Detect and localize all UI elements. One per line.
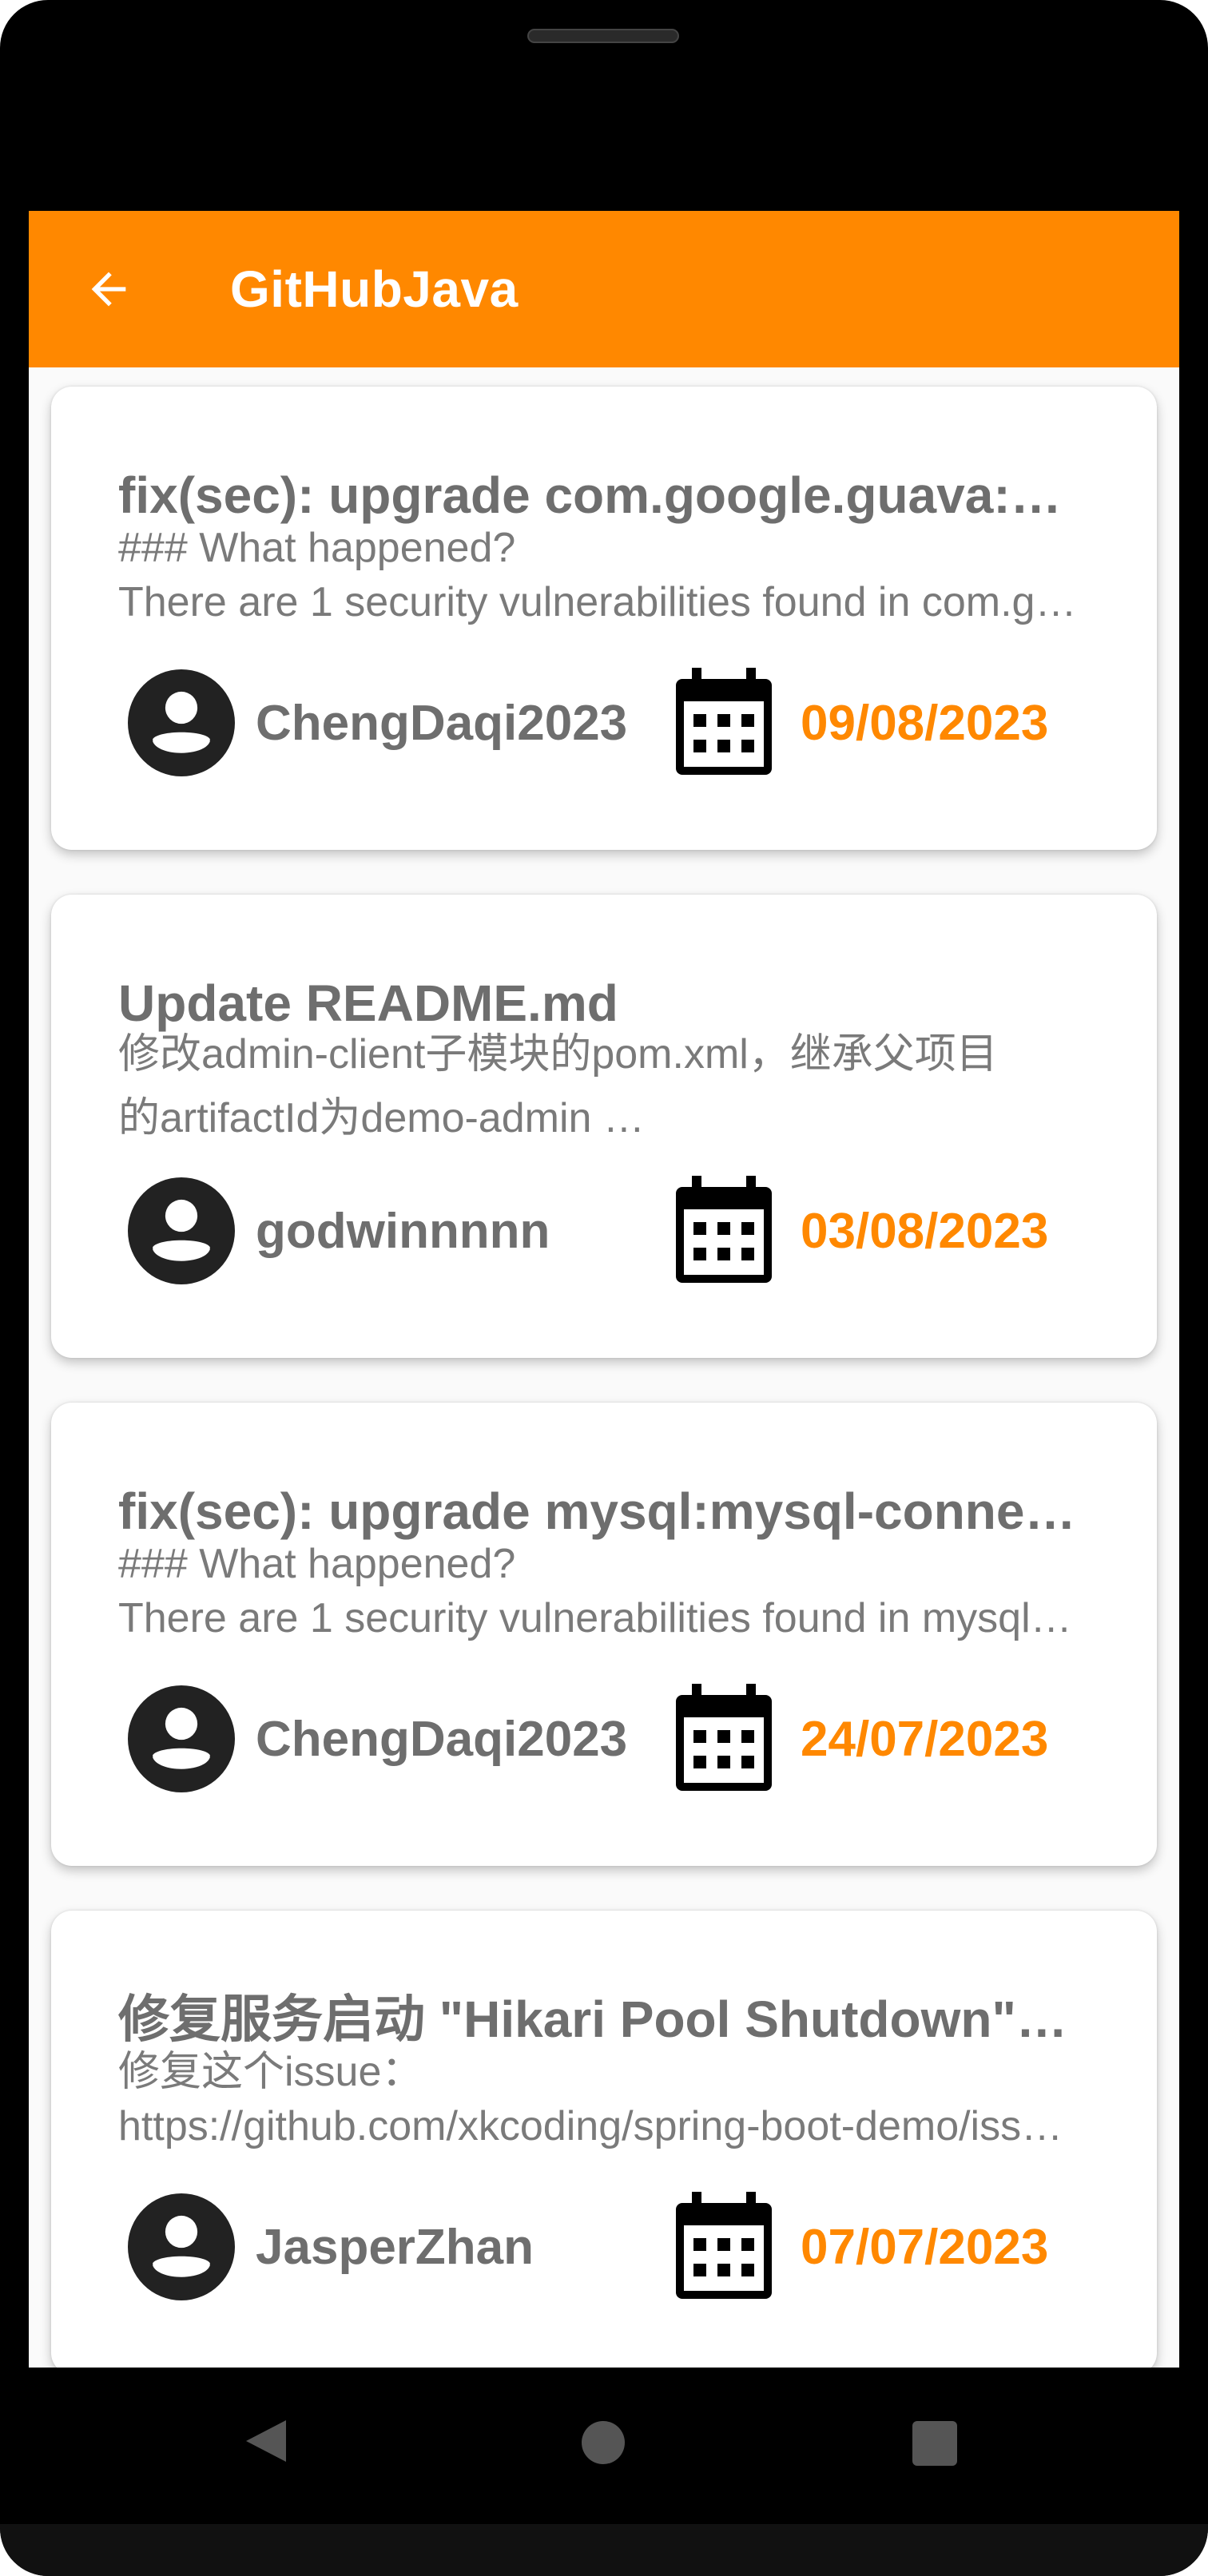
- commit-message-line: ### What happened?: [118, 1541, 516, 1587]
- app-screen: GitHubJava fix(sec): upgrade com.google.…: [29, 211, 1179, 2368]
- commit-date: 09/08/2023: [801, 696, 1049, 751]
- arrow-back-icon: [91, 272, 126, 307]
- commit-author: godwinnnnn: [256, 1204, 550, 1259]
- commit-title: fix(sec): upgrade com.google.guava:guava…: [118, 466, 1077, 524]
- phone-frame: GitHubJava fix(sec): upgrade com.google.…: [0, 0, 1208, 2576]
- commit-date: 24/07/2023: [801, 1712, 1049, 1767]
- commit-list[interactable]: fix(sec): upgrade com.google.guava:guava…: [29, 367, 1179, 2368]
- calendar-icon: [676, 1176, 772, 1283]
- calendar-icon: [676, 668, 772, 775]
- commit-message-line: 的artifactId为demo-admin …: [118, 1095, 645, 1141]
- commit-card[interactable]: fix(sec): upgrade com.google.guava:guava…: [51, 387, 1157, 850]
- page-title: GitHubJava: [230, 260, 519, 318]
- commit-author: ChengDaqi2023: [256, 696, 628, 751]
- nav-back-button[interactable]: [240, 2415, 291, 2467]
- commit-message-line: There are 1 security vulnerabilities fou…: [118, 1595, 1077, 1641]
- app-bar: GitHubJava: [29, 211, 1179, 367]
- commit-date: 07/07/2023: [801, 2220, 1049, 2275]
- nav-recents-button[interactable]: [912, 2421, 957, 2466]
- commit-message-line: ### What happened?: [118, 525, 516, 571]
- commit-message: ### What happened? There are 1 security …: [118, 1537, 1077, 1645]
- account-circle-icon: [128, 1177, 235, 1284]
- nav-home-button[interactable]: [582, 2421, 625, 2464]
- commit-card[interactable]: 修复服务启动 "Hikari Pool Shutdown" 问题 修复这个iss…: [51, 1911, 1157, 2368]
- commit-author: JasperZhan: [256, 2220, 534, 2275]
- calendar-icon: [676, 1684, 772, 1791]
- commit-message-line: 修改admin-client子模块的pom.xml，继承父项目: [118, 1031, 998, 1078]
- calendar-icon: [676, 2192, 772, 2299]
- account-circle-icon: [128, 669, 235, 776]
- commit-message: 修复这个issue： https://github.com/xkcoding/s…: [118, 2045, 1077, 2153]
- commit-card[interactable]: Update README.md 修改admin-client子模块的pom.x…: [51, 895, 1157, 1358]
- commit-message-line: There are 1 security vulnerabilities fou…: [118, 579, 1077, 625]
- system-nav-bar: [0, 2368, 1208, 2511]
- back-button[interactable]: [77, 257, 141, 321]
- device-bottom-edge: [0, 2524, 1208, 2576]
- account-circle-icon: [128, 2193, 235, 2300]
- commit-card[interactable]: fix(sec): upgrade mysql:mysql-connector-…: [51, 1403, 1157, 1866]
- earpiece-speaker: [527, 29, 679, 43]
- commit-author: ChengDaqi2023: [256, 1712, 628, 1767]
- commit-title: 修复服务启动 "Hikari Pool Shutdown" 问题: [118, 1991, 1077, 2048]
- account-circle-icon: [128, 1685, 235, 1792]
- commit-message: ### What happened? There are 1 security …: [118, 521, 1077, 629]
- commit-date: 03/08/2023: [801, 1204, 1049, 1259]
- commit-message: 修改admin-client子模块的pom.xml，继承父项目 的artifac…: [118, 1022, 1077, 1150]
- commit-message-line: 修复这个issue：: [118, 2049, 423, 2095]
- commit-title: fix(sec): upgrade mysql:mysql-connector-…: [118, 1482, 1077, 1540]
- commit-message-line: https://github.com/xkcoding/spring-boot-…: [118, 2103, 1077, 2149]
